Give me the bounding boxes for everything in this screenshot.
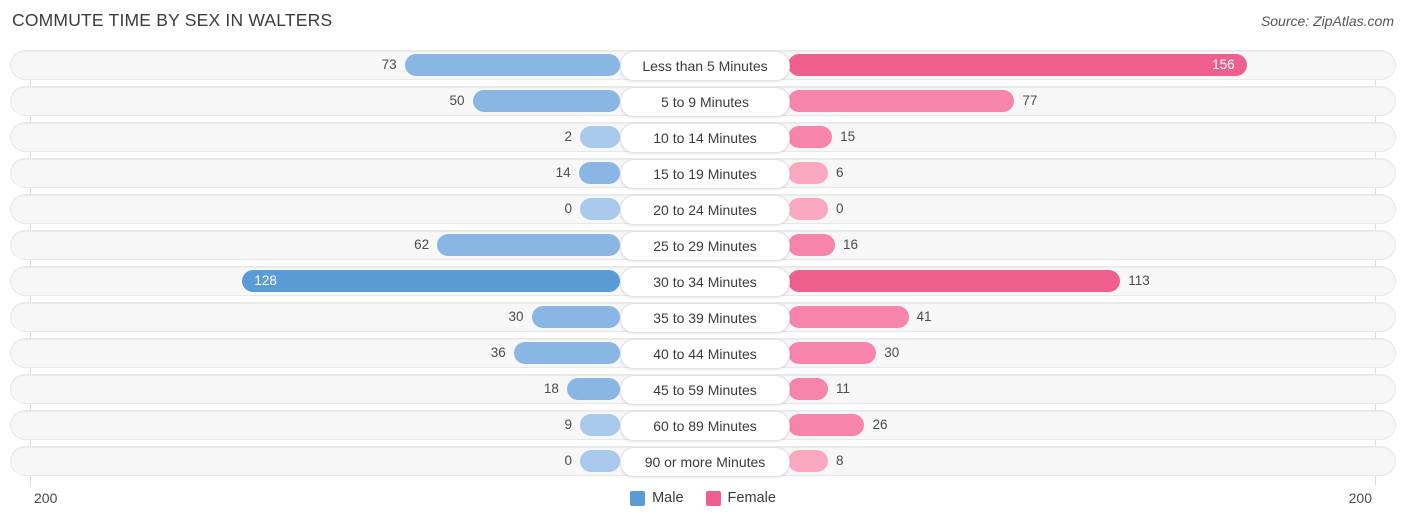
bar-value-male: 30 (508, 309, 524, 324)
bar-row: 128 113 30 to 34 Minutes (0, 266, 1406, 297)
bar-row: 2 15 10 to 14 Minutes (0, 122, 1406, 153)
bar-male[interactable] (578, 162, 620, 184)
bar-female[interactable] (788, 378, 828, 400)
bar-row: 36 30 40 to 44 Minutes (0, 338, 1406, 369)
bar-value-male: 62 (414, 237, 430, 252)
category-label-12: 90 or more Minutes (620, 447, 790, 477)
bar-female[interactable] (788, 234, 836, 256)
category-label-2: 5 to 9 Minutes (620, 87, 790, 117)
legend-swatch-icon (630, 490, 646, 506)
bar-male[interactable] (404, 54, 620, 76)
bar-value-female: 15 (840, 129, 856, 144)
bar-female[interactable] (788, 90, 1015, 112)
bar-female[interactable] (788, 342, 877, 364)
bar-value-female: 26 (872, 417, 888, 432)
bar-value-male: 9 (564, 417, 572, 432)
bar-value-female: 77 (1022, 93, 1038, 108)
bar-value-female: 0 (836, 201, 844, 216)
bar-row: 73 156 Less than 5 Minutes (0, 50, 1406, 81)
category-label-1: Less than 5 Minutes (620, 51, 790, 81)
chart-plot-area: 73 156 Less than 5 Minutes 50 77 5 to 9 Minut… (0, 50, 1406, 486)
bar-row: 0 8 90 or more Minutes (0, 446, 1406, 477)
bar-male[interactable] (566, 378, 620, 400)
bar-value-male: 50 (449, 93, 465, 108)
bar-female[interactable] (788, 162, 828, 184)
bar-value-female: 156 (1212, 57, 1235, 72)
bar-value-female: 16 (843, 237, 859, 252)
bar-female[interactable] (788, 126, 833, 148)
legend-swatch-icon (705, 490, 721, 506)
category-label-8: 35 to 39 Minutes (620, 303, 790, 333)
bar-male[interactable] (580, 414, 620, 436)
bar-male[interactable] (513, 342, 620, 364)
bar-row: 30 41 35 to 39 Minutes (0, 302, 1406, 333)
category-label-10: 45 to 59 Minutes (620, 375, 790, 405)
chart-root: COMMUTE TIME BY SEX IN WALTERS Source: Z… (0, 0, 1406, 523)
source-attribution: Source: ZipAtlas.com (1260, 13, 1394, 29)
bar-female[interactable] (788, 198, 828, 220)
page-title: COMMUTE TIME BY SEX IN WALTERS (12, 10, 333, 30)
bar-female[interactable] (788, 414, 865, 436)
bar-value-female: 8 (836, 453, 844, 468)
bar-value-female: 30 (884, 345, 900, 360)
bar-value-female: 113 (1128, 273, 1150, 288)
chart-header: COMMUTE TIME BY SEX IN WALTERS Source: Z… (0, 0, 1406, 46)
bar-value-female: 41 (916, 309, 932, 324)
bar-male[interactable] (242, 270, 620, 292)
bar-row: 62 16 25 to 29 Minutes (0, 230, 1406, 261)
bar-value-male: 128 (254, 273, 277, 288)
legend-label: Female (727, 490, 776, 506)
bar-value-male: 36 (490, 345, 506, 360)
bar-value-female: 11 (836, 381, 851, 396)
bar-female[interactable] (788, 270, 1121, 292)
bar-value-female: 6 (836, 165, 844, 180)
bar-row: 0 0 20 to 24 Minutes (0, 194, 1406, 225)
category-label-5: 20 to 24 Minutes (620, 195, 790, 225)
category-label-4: 15 to 19 Minutes (620, 159, 790, 189)
category-label-3: 10 to 14 Minutes (620, 123, 790, 153)
category-label-11: 60 to 89 Minutes (620, 411, 790, 441)
category-label-9: 40 to 44 Minutes (620, 339, 790, 369)
bar-rows-container: 73 156 Less than 5 Minutes 50 77 5 to 9 Minut… (0, 50, 1406, 482)
bar-male[interactable] (531, 306, 620, 328)
category-label-6: 25 to 29 Minutes (620, 231, 790, 261)
bar-male[interactable] (580, 198, 620, 220)
bar-male[interactable] (437, 234, 620, 256)
bar-female[interactable] (788, 54, 1247, 76)
bar-male[interactable] (472, 90, 620, 112)
bar-female[interactable] (788, 450, 828, 472)
chart-legend: Male Female (0, 490, 1406, 506)
bar-value-male: 2 (564, 129, 572, 144)
bar-female[interactable] (788, 306, 909, 328)
bar-value-male: 14 (555, 165, 571, 180)
bar-value-male: 18 (543, 381, 559, 396)
bar-row: 9 26 60 to 89 Minutes (0, 410, 1406, 441)
bar-value-male: 0 (564, 453, 572, 468)
bar-row: 50 77 5 to 9 Minutes (0, 86, 1406, 117)
chart-footer: 200 200 Male Female (0, 486, 1406, 523)
bar-value-male: 73 (381, 57, 397, 72)
bar-male[interactable] (580, 450, 620, 472)
bar-value-male: 0 (564, 201, 572, 216)
bar-row: 14 6 15 to 19 Minutes (0, 158, 1406, 189)
bar-row: 18 11 45 to 59 Minutes (0, 374, 1406, 405)
bar-male[interactable] (580, 126, 620, 148)
category-label-7: 30 to 34 Minutes (620, 267, 790, 297)
legend-item-male[interactable]: Male (630, 490, 684, 506)
legend-label: Male (652, 490, 684, 506)
legend-item-female[interactable]: Female (705, 490, 776, 506)
